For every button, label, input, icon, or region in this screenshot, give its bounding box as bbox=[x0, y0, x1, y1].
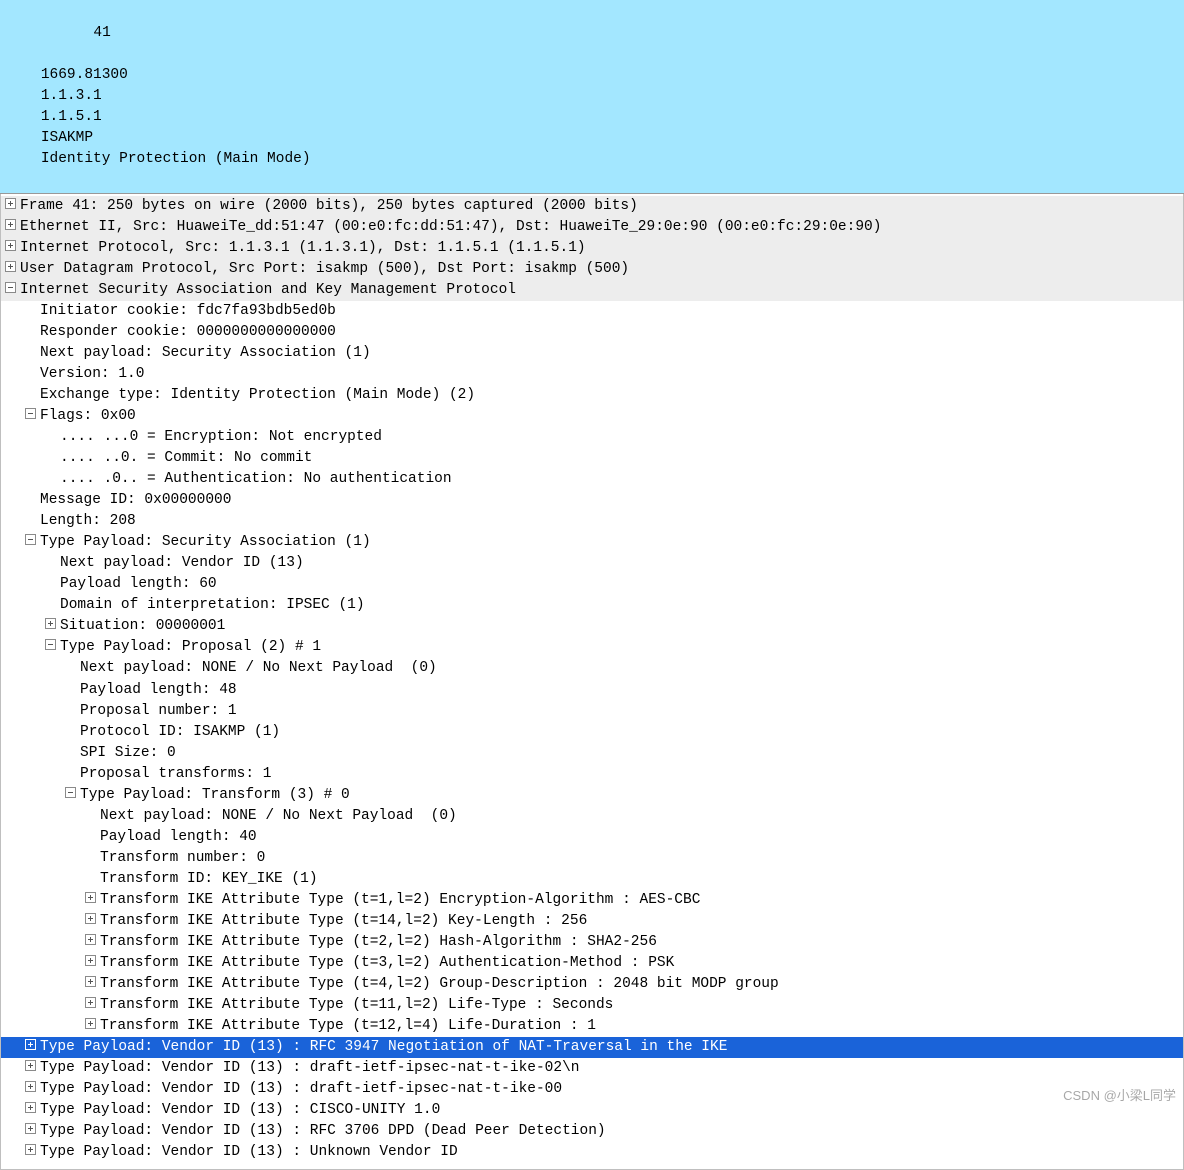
sa-doi[interactable]: Domain of interpretation: IPSEC (1) bbox=[1, 595, 1183, 616]
prop-spi-size[interactable]: SPI Size: 0 bbox=[1, 743, 1183, 764]
tree-frame[interactable]: Frame 41: 250 bytes on wire (2000 bits),… bbox=[1, 196, 1183, 217]
tree-ethernet[interactable]: Ethernet II, Src: HuaweiTe_dd:51:47 (00:… bbox=[1, 217, 1183, 238]
field-message-id[interactable]: Message ID: 0x00000000 bbox=[1, 490, 1183, 511]
tree-sa[interactable]: Type Payload: Security Association (1) bbox=[1, 532, 1183, 553]
xf-attr[interactable]: Transform IKE Attribute Type (t=1,l=2) E… bbox=[1, 890, 1183, 911]
collapse-icon[interactable] bbox=[45, 639, 56, 650]
xf-attr[interactable]: Transform IKE Attribute Type (t=4,l=2) G… bbox=[1, 974, 1183, 995]
expand-icon[interactable] bbox=[25, 1039, 36, 1050]
col-time: 1669.81300 bbox=[41, 65, 141, 86]
flag-encryption[interactable]: .... ...0 = Encryption: Not encrypted bbox=[1, 427, 1183, 448]
field-responder-cookie[interactable]: Responder cookie: 0000000000000000 bbox=[1, 322, 1183, 343]
watermark: CSDN @小梁L同学 bbox=[1063, 1087, 1176, 1106]
tree-transform[interactable]: Type Payload: Transform (3) # 0 bbox=[1, 785, 1183, 806]
prop-transforms[interactable]: Proposal transforms: 1 bbox=[1, 764, 1183, 785]
packet-row[interactable]: 41 1669.81300 1.1.3.1 1.1.5.1 ISAKMP Ide… bbox=[0, 2, 1184, 191]
xf-attr[interactable]: Transform IKE Attribute Type (t=12,l=4) … bbox=[1, 1016, 1183, 1037]
expand-icon[interactable] bbox=[85, 976, 96, 987]
xf-attr[interactable]: Transform IKE Attribute Type (t=3,l=2) A… bbox=[1, 953, 1183, 974]
expand-icon[interactable] bbox=[85, 934, 96, 945]
xf-attr[interactable]: Transform IKE Attribute Type (t=2,l=2) H… bbox=[1, 932, 1183, 953]
xf-payload-length[interactable]: Payload length: 40 bbox=[1, 827, 1183, 848]
prop-protocol-id[interactable]: Protocol ID: ISAKMP (1) bbox=[1, 722, 1183, 743]
prop-next-payload[interactable]: Next payload: NONE / No Next Payload (0) bbox=[1, 658, 1183, 679]
tree-proposal[interactable]: Type Payload: Proposal (2) # 1 bbox=[1, 637, 1183, 658]
expand-icon[interactable] bbox=[5, 240, 16, 251]
col-src: 1.1.3.1 bbox=[41, 86, 161, 107]
col-dst: 1.1.5.1 bbox=[41, 107, 171, 128]
flag-auth[interactable]: .... .0.. = Authentication: No authentic… bbox=[1, 469, 1183, 490]
tree-vendor-id[interactable]: Type Payload: Vendor ID (13) : draft-iet… bbox=[1, 1058, 1183, 1079]
col-proto: ISAKMP bbox=[41, 128, 161, 149]
sa-payload-length[interactable]: Payload length: 60 bbox=[1, 574, 1183, 595]
prop-payload-length[interactable]: Payload length: 48 bbox=[1, 680, 1183, 701]
col-no: 41 bbox=[41, 23, 111, 44]
collapse-icon[interactable] bbox=[25, 408, 36, 419]
col-info: Identity Protection (Main Mode) bbox=[41, 149, 311, 170]
packet-details[interactable]: Frame 41: 250 bytes on wire (2000 bits),… bbox=[0, 194, 1184, 1170]
tree-vendor-id[interactable]: Type Payload: Vendor ID (13) : RFC 3706 … bbox=[1, 1121, 1183, 1142]
tree-vendor-id[interactable]: Type Payload: Vendor ID (13) : CISCO-UNI… bbox=[1, 1100, 1183, 1121]
expand-icon[interactable] bbox=[85, 892, 96, 903]
xf-number[interactable]: Transform number: 0 bbox=[1, 848, 1183, 869]
xf-next-payload[interactable]: Next payload: NONE / No Next Payload (0) bbox=[1, 806, 1183, 827]
tree-ip[interactable]: Internet Protocol, Src: 1.1.3.1 (1.1.3.1… bbox=[1, 238, 1183, 259]
expand-icon[interactable] bbox=[85, 1018, 96, 1029]
expand-icon[interactable] bbox=[85, 997, 96, 1008]
collapse-icon[interactable] bbox=[5, 282, 16, 293]
tree-isakmp[interactable]: Internet Security Association and Key Ma… bbox=[1, 280, 1183, 301]
field-next-payload[interactable]: Next payload: Security Association (1) bbox=[1, 343, 1183, 364]
tree-flags[interactable]: Flags: 0x00 bbox=[1, 406, 1183, 427]
expand-icon[interactable] bbox=[25, 1060, 36, 1071]
expand-icon[interactable] bbox=[45, 618, 56, 629]
xf-attr[interactable]: Transform IKE Attribute Type (t=11,l=2) … bbox=[1, 995, 1183, 1016]
tree-vendor-id[interactable]: Type Payload: Vendor ID (13) : Unknown V… bbox=[1, 1142, 1183, 1163]
field-initiator-cookie[interactable]: Initiator cookie: fdc7fa93bdb5ed0b bbox=[1, 301, 1183, 322]
expand-icon[interactable] bbox=[5, 198, 16, 209]
tree-udp[interactable]: User Datagram Protocol, Src Port: isakmp… bbox=[1, 259, 1183, 280]
sa-next-payload[interactable]: Next payload: Vendor ID (13) bbox=[1, 553, 1183, 574]
expand-icon[interactable] bbox=[5, 261, 16, 272]
field-length[interactable]: Length: 208 bbox=[1, 511, 1183, 532]
expand-icon[interactable] bbox=[85, 955, 96, 966]
expand-icon[interactable] bbox=[85, 913, 96, 924]
tree-vendor-id[interactable]: Type Payload: Vendor ID (13) : draft-iet… bbox=[1, 1079, 1183, 1100]
expand-icon[interactable] bbox=[25, 1144, 36, 1155]
field-exchange-type[interactable]: Exchange type: Identity Protection (Main… bbox=[1, 385, 1183, 406]
flag-commit[interactable]: .... ..0. = Commit: No commit bbox=[1, 448, 1183, 469]
expand-icon[interactable] bbox=[25, 1081, 36, 1092]
prop-number[interactable]: Proposal number: 1 bbox=[1, 701, 1183, 722]
expand-icon[interactable] bbox=[25, 1102, 36, 1113]
tree-vendor-id-selected[interactable]: Type Payload: Vendor ID (13) : RFC 3947 … bbox=[1, 1037, 1183, 1058]
xf-id[interactable]: Transform ID: KEY_IKE (1) bbox=[1, 869, 1183, 890]
expand-icon[interactable] bbox=[25, 1123, 36, 1134]
packet-list[interactable]: 41 1669.81300 1.1.3.1 1.1.5.1 ISAKMP Ide… bbox=[0, 0, 1184, 194]
collapse-icon[interactable] bbox=[65, 787, 76, 798]
expand-icon[interactable] bbox=[5, 219, 16, 230]
tree-situation[interactable]: Situation: 00000001 bbox=[1, 616, 1183, 637]
collapse-icon[interactable] bbox=[25, 534, 36, 545]
xf-attr[interactable]: Transform IKE Attribute Type (t=14,l=2) … bbox=[1, 911, 1183, 932]
field-version[interactable]: Version: 1.0 bbox=[1, 364, 1183, 385]
